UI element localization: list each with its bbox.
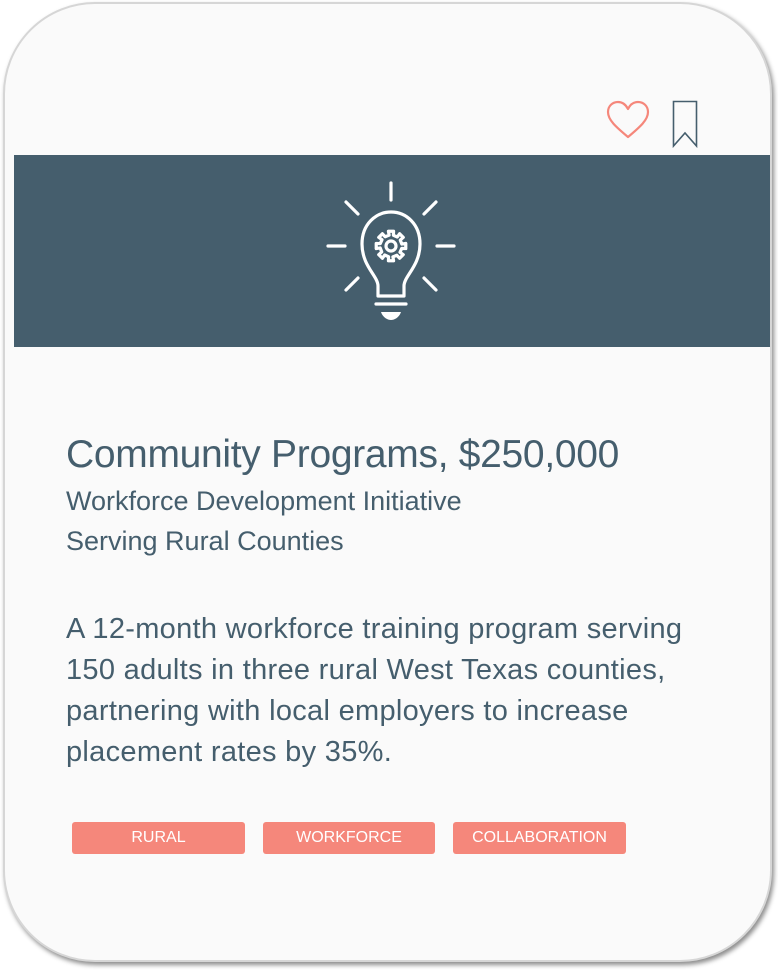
tag-rural[interactable]: RURAL (72, 822, 245, 854)
program-card: Community Programs, $250,000 Workforce D… (3, 2, 772, 962)
card-banner (14, 155, 770, 347)
bookmark-outline-icon (672, 100, 698, 149)
card-actions (606, 100, 698, 153)
program-subtitle-line1: Workforce Development Initiative (66, 486, 462, 516)
program-description: A 12-month workforce training program se… (66, 613, 683, 768)
tag-list: RURAL WORKFORCE COLLABORATION (72, 822, 626, 854)
program-subtitle-line2: Serving Rural Counties (66, 526, 344, 556)
tag-workforce[interactable]: WORKFORCE (263, 822, 435, 854)
lightbulb-gear-icon (326, 181, 456, 320)
heart-outline-icon (606, 100, 650, 139)
program-title: Community Programs, $250,000 (66, 433, 620, 476)
bookmark-button[interactable] (672, 100, 698, 153)
tag-collaboration[interactable]: COLLABORATION (453, 822, 626, 854)
favorite-button[interactable] (606, 100, 650, 145)
card-content: Community Programs, $250,000 Workforce D… (66, 429, 746, 773)
